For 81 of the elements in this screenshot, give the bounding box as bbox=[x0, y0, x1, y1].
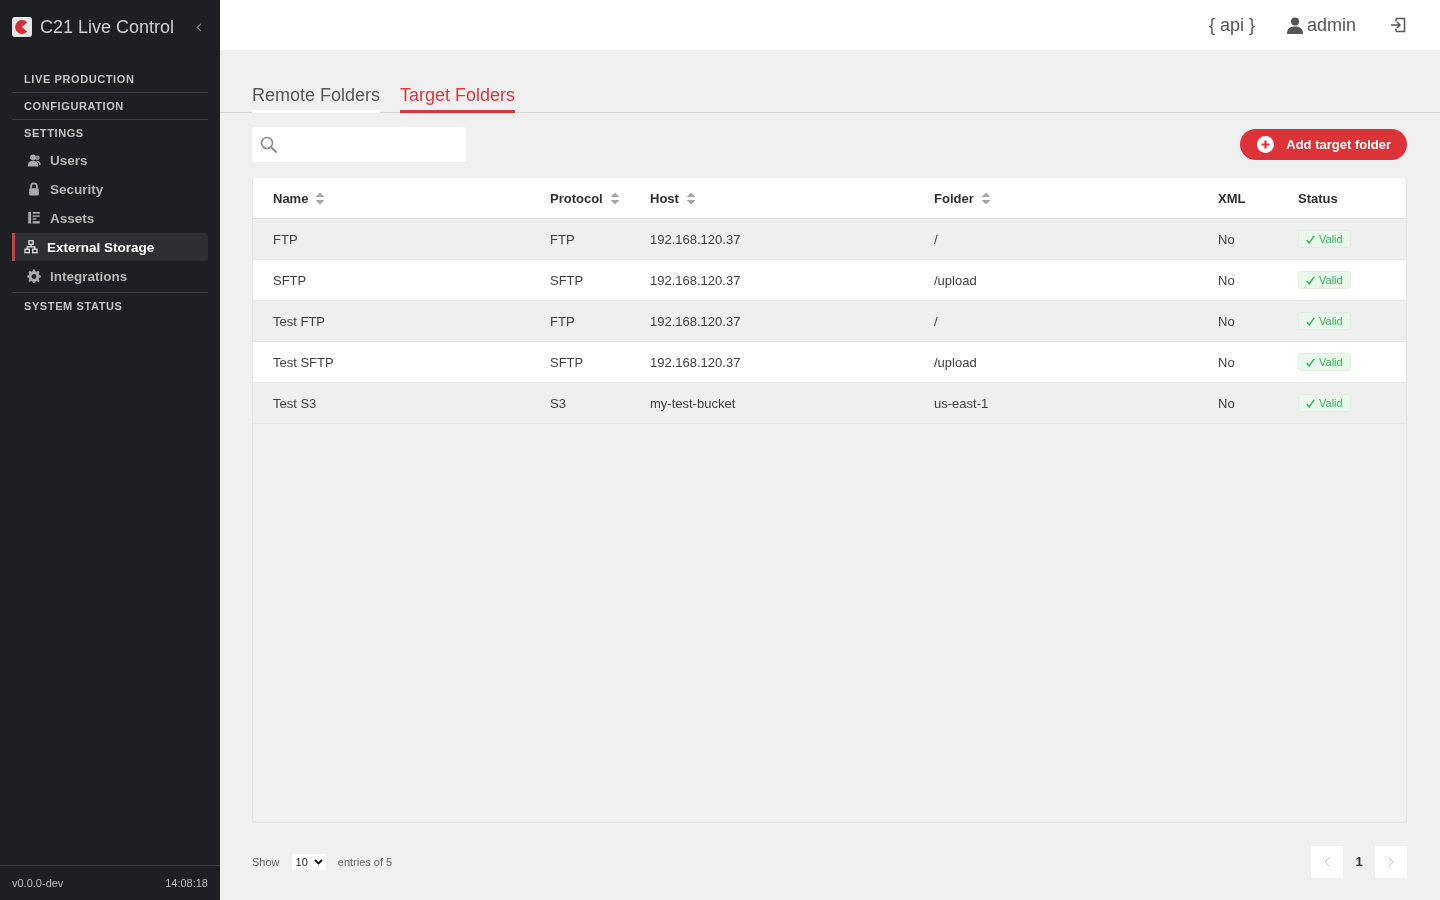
collapse-chevron-icon[interactable] bbox=[196, 22, 202, 32]
table-cell: / bbox=[934, 231, 938, 247]
status-text: Valid bbox=[1319, 233, 1343, 245]
check-icon bbox=[1306, 357, 1315, 367]
status-text: Valid bbox=[1319, 274, 1343, 286]
column-header: Name bbox=[273, 190, 309, 206]
network-icon bbox=[24, 240, 38, 254]
nav-item[interactable]: Users bbox=[12, 146, 208, 174]
list-board-icon bbox=[27, 211, 41, 225]
table-cell: SFTP bbox=[550, 272, 584, 288]
table-cell: FTP bbox=[273, 231, 298, 247]
table-cell: us-east-1 bbox=[934, 395, 989, 411]
version-text: v0.0.0-dev bbox=[12, 877, 64, 889]
user-name[interactable]: admin bbox=[1306, 14, 1356, 36]
table-cell: S3 bbox=[550, 395, 566, 411]
check-icon bbox=[1306, 316, 1315, 326]
show-label: Show bbox=[252, 855, 280, 868]
column-header: Protocol bbox=[550, 190, 603, 206]
nav-section-link[interactable]: LIVE PRODUCTION bbox=[12, 66, 135, 92]
table-cell: No bbox=[1218, 272, 1235, 288]
users-icon bbox=[27, 153, 41, 167]
check-icon bbox=[1306, 275, 1315, 285]
table-cell: Test SFTP bbox=[273, 354, 334, 370]
user-icon bbox=[1286, 16, 1303, 34]
logout-icon[interactable] bbox=[1390, 17, 1406, 33]
lock-icon bbox=[27, 182, 41, 196]
table-cell: /upload bbox=[934, 272, 977, 288]
nav-item[interactable]: Integrations bbox=[12, 262, 208, 290]
table-cell: No bbox=[1218, 354, 1235, 370]
check-icon bbox=[1306, 234, 1315, 244]
api-link[interactable]: { api } bbox=[1208, 14, 1255, 36]
table-cell: Test S3 bbox=[273, 395, 317, 411]
search-icon bbox=[260, 135, 278, 154]
nav-item[interactable]: Security bbox=[12, 175, 208, 203]
table-cell: SFTP bbox=[273, 272, 307, 288]
table-cell: 192.168.120.37 bbox=[650, 354, 741, 370]
column-header: Folder bbox=[934, 190, 974, 206]
table-cell: 192.168.120.37 bbox=[650, 272, 741, 288]
column-header: XML bbox=[1218, 190, 1246, 206]
tab[interactable]: Remote Folders bbox=[252, 84, 381, 113]
tab[interactable]: Target Folders bbox=[400, 84, 516, 113]
page-size-select[interactable]: 10 bbox=[291, 853, 326, 870]
sort-icon[interactable] bbox=[980, 191, 991, 205]
chevron-left-icon bbox=[1324, 856, 1330, 867]
table-cell: 192.168.120.37 bbox=[650, 231, 741, 247]
status-text: Valid bbox=[1319, 315, 1343, 327]
plus-circle-icon bbox=[1257, 136, 1275, 153]
table-cell: SFTP bbox=[550, 354, 584, 370]
nav-item[interactable]: External Storage bbox=[12, 233, 208, 261]
nav-section-link[interactable]: SETTINGS bbox=[12, 120, 84, 146]
table-cell: No bbox=[1218, 313, 1235, 329]
sort-icon[interactable] bbox=[685, 191, 696, 205]
table-cell: Test FTP bbox=[273, 313, 325, 329]
table-cell: No bbox=[1218, 231, 1235, 247]
status-text: Valid bbox=[1319, 356, 1343, 368]
entries-label: entries of 5 bbox=[337, 855, 393, 868]
gear-icon bbox=[27, 269, 41, 283]
table-cell: FTP bbox=[550, 231, 575, 247]
status-text: Valid bbox=[1319, 397, 1343, 409]
page-button[interactable]: 1 bbox=[1343, 845, 1375, 878]
chevron-right-icon bbox=[1388, 856, 1394, 867]
app-title: C21 Live Control bbox=[40, 16, 176, 38]
sort-icon[interactable] bbox=[609, 191, 620, 205]
nav-section-link[interactable]: SYSTEM STATUS bbox=[12, 293, 123, 319]
column-header: Status bbox=[1298, 190, 1338, 206]
table-cell: my-test-bucket bbox=[650, 395, 736, 411]
chevron-down-icon bbox=[313, 858, 323, 865]
table-cell: / bbox=[934, 313, 938, 329]
table-cell: FTP bbox=[550, 313, 575, 329]
table-cell: 192.168.120.37 bbox=[650, 313, 741, 329]
logo-icon bbox=[12, 17, 32, 37]
add-target-folder-button[interactable]: Add target folder bbox=[1240, 129, 1407, 160]
column-header: Host bbox=[650, 190, 679, 206]
search-field[interactable] bbox=[252, 127, 466, 162]
nav-item[interactable]: Assets bbox=[12, 204, 208, 232]
sort-icon[interactable] bbox=[315, 191, 326, 205]
table-cell: /upload bbox=[934, 354, 977, 370]
nav-section-link[interactable]: CONFIGURATION bbox=[12, 93, 124, 119]
table-cell: No bbox=[1218, 395, 1235, 411]
check-icon bbox=[1306, 398, 1315, 408]
clock-time: 14:08:18 bbox=[165, 877, 208, 889]
